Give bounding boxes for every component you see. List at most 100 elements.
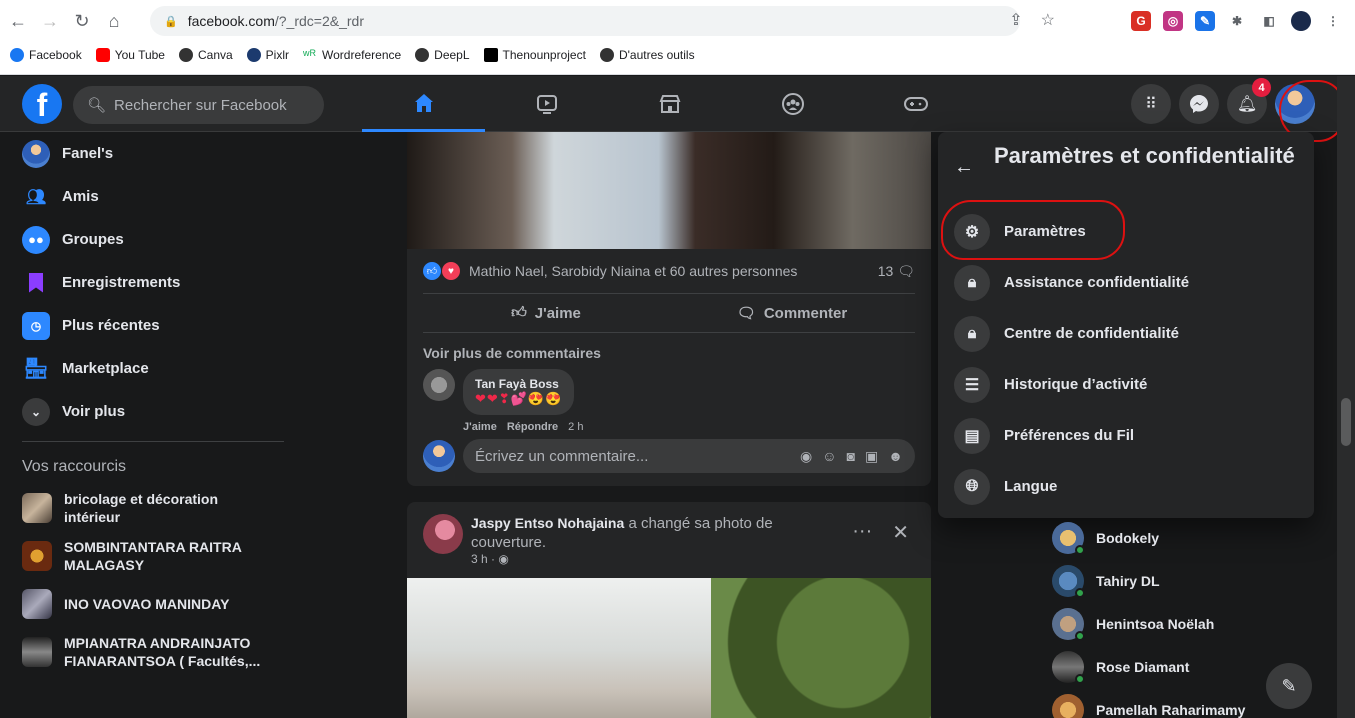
group-thumbnail — [22, 589, 52, 619]
lock-star-icon: 🔒︎ — [954, 264, 990, 301]
thenounproject-icon — [483, 48, 498, 62]
comment-author[interactable]: Tan Fayà Boss — [475, 377, 562, 391]
browser-chrome: ← → ↻ ⌂ 🔒 facebook.com/?_rdc=2&_rdr ⇪ ☆ … — [0, 0, 1355, 75]
menu-item-settings[interactable]: ⚙ Paramètres — [938, 206, 1314, 257]
bookmark-thenounproject[interactable]: Thenounproject — [483, 48, 586, 62]
menu-item-language[interactable]: 🌐︎ Langue — [938, 461, 1314, 512]
tab-home[interactable] — [362, 76, 485, 132]
contact-item[interactable]: Henintsoa Noëlah — [1052, 602, 1312, 645]
contact-item[interactable]: Bodokely — [1052, 516, 1312, 559]
reactions-summary[interactable]: 👍︎ ♥ Mathio Nael, Sarobidy Niaina et 60 a… — [423, 262, 797, 280]
comment-time[interactable]: 2 h — [568, 421, 583, 433]
bookmark-facebook[interactable]: Facebook — [10, 48, 82, 62]
tab-watch[interactable] — [485, 76, 608, 132]
settings-privacy-menu: ← Paramètres et confidentialité ⚙ Paramè… — [938, 132, 1314, 518]
sidebar-item-recent[interactable]: ◷ Plus récentes — [0, 304, 300, 347]
more-options-icon[interactable]: ··· — [852, 520, 872, 545]
star-icon[interactable]: ☆ — [1041, 10, 1055, 30]
shortcut-item[interactable]: MPIANATRA ANDRAINJATO FIANARANTSOA ( Facu… — [0, 628, 300, 676]
gif-icon[interactable]: ▣ — [865, 448, 878, 465]
menu-item-feed-preferences[interactable]: ▤ Préférences du Fil — [938, 410, 1314, 461]
camera-icon[interactable]: ◙ — [847, 448, 855, 465]
feed-post: 👍︎ ♥ Mathio Nael, Sarobidy Niaina et 60 a… — [407, 132, 931, 486]
scroll-thumb[interactable] — [1341, 398, 1351, 446]
share-icon[interactable]: ⇪ — [1009, 10, 1022, 30]
back-icon[interactable]: ← — [4, 7, 32, 35]
post-author[interactable]: Jaspy Entso Nohajaina — [471, 515, 624, 531]
avatar[interactable] — [423, 514, 463, 554]
avatar — [1052, 564, 1085, 598]
groups-icon: ●● — [22, 225, 50, 254]
post-image[interactable] — [407, 578, 931, 718]
compose-icon: ✎ — [1281, 675, 1297, 696]
post-image[interactable] — [407, 132, 931, 249]
sidebar-item-marketplace[interactable]: 🏪︎ Marketplace — [0, 347, 300, 390]
bookmark-pixlr[interactable]: Pixlr — [246, 48, 289, 62]
home-icon[interactable]: ⌂ — [100, 7, 128, 35]
store-icon: 🏪︎ — [23, 358, 49, 380]
menu-item-activity-log[interactable]: ☰ Historique d’activité — [938, 359, 1314, 410]
new-message-button[interactable]: ✎ — [1266, 663, 1312, 709]
account-avatar[interactable] — [1275, 84, 1315, 124]
comment-input[interactable]: Écrivez un commentaire... ◉ ☺ ◙ ▣ ☻ — [463, 439, 915, 473]
forward-icon[interactable]: → — [36, 7, 64, 35]
bookmark-wordreference[interactable]: wR Wordreference — [303, 48, 401, 62]
facebook-logo-icon[interactable]: f — [22, 84, 62, 124]
sidebar-item-friends[interactable]: 👥︎ Amis — [0, 175, 300, 218]
sidebar-item-profile[interactable]: Fanel's — [0, 132, 300, 175]
extension-icon[interactable]: ✎ — [1195, 11, 1215, 31]
avatar — [1052, 650, 1085, 684]
comment: Tan Fayà Boss ❤❤❣💕😍😍 — [407, 367, 931, 417]
puzzle-icon[interactable]: ✱ — [1227, 11, 1247, 31]
menu-item-privacy-center[interactable]: 🔒︎ Centre de confidentialité — [938, 308, 1314, 359]
extension-icon[interactable]: ◎ — [1163, 11, 1183, 31]
sidepanel-icon[interactable]: ◧ — [1259, 11, 1279, 31]
friends-icon: 👥︎ — [25, 188, 47, 206]
store-icon — [659, 95, 680, 113]
shortcut-item[interactable]: bricolage et décoration intérieur — [0, 484, 300, 532]
shortcut-item[interactable]: SOMBINTANTARA RAITRA MALAGASY — [0, 532, 300, 580]
sidebar-item-groups[interactable]: ●● Groupes — [0, 218, 300, 261]
profile-icon[interactable] — [1291, 11, 1311, 31]
extension-icon[interactable]: G — [1131, 11, 1151, 31]
tab-groups[interactable] — [731, 76, 854, 132]
emoji-icon[interactable]: ☺ — [822, 448, 836, 465]
comments-count[interactable]: 13 🗨︎ — [878, 263, 915, 280]
feed-post: Jaspy Entso Nohajaina a changé sa photo … — [407, 502, 931, 718]
notifications-button[interactable]: 🔔︎ 4 — [1227, 78, 1271, 124]
avatar-sticker-icon[interactable]: ◉ — [800, 448, 812, 465]
bookmark-youtube[interactable]: You Tube — [95, 48, 165, 62]
sidebar-item-see-more[interactable]: ⌄ Voir plus — [0, 390, 300, 433]
see-more-comments-link[interactable]: Voir plus de commentaires — [407, 333, 931, 367]
comment-reply-link[interactable]: Répondre — [507, 421, 558, 433]
post-header-text: Jaspy Entso Nohajaina a changé sa photo … — [471, 515, 773, 551]
messenger-icon[interactable] — [1179, 84, 1219, 124]
search-input[interactable]: 🔍︎ Rechercher sur Facebook — [73, 86, 324, 124]
reload-icon[interactable]: ↻ — [68, 7, 96, 35]
tab-marketplace[interactable] — [608, 76, 731, 132]
close-icon[interactable]: ✕ — [892, 520, 909, 545]
tab-gaming[interactable] — [854, 76, 977, 132]
url-host: facebook.com — [187, 13, 275, 29]
bookmark-canva[interactable]: Canva — [178, 48, 233, 62]
search-icon: 🔍︎ — [87, 97, 107, 114]
shortcut-item[interactable]: INO VAOVAO MANINDAY — [0, 580, 300, 628]
bookmark-other[interactable]: D'autres outils — [599, 48, 695, 62]
post-time[interactable]: 3 h · ◉ — [471, 552, 811, 566]
wordreference-icon: wR — [303, 48, 318, 62]
sticker-icon[interactable]: ☻ — [888, 448, 903, 465]
avatar[interactable] — [423, 369, 455, 401]
menu-grid-icon[interactable]: ⠿ — [1131, 84, 1171, 124]
comment-button[interactable]: 🗨︎ Commenter — [669, 294, 915, 332]
sidebar-item-saved[interactable]: Enregistrements — [0, 261, 300, 304]
address-bar[interactable]: 🔒 facebook.com/?_rdc=2&_rdr — [150, 6, 1020, 36]
scrollbar[interactable] — [1337, 76, 1355, 718]
like-button[interactable]: 👍︎ J'aime — [423, 294, 669, 332]
bookmark-deepl[interactable]: DeepL — [415, 48, 470, 62]
back-arrow-icon[interactable]: ← — [954, 156, 974, 179]
kebab-menu-icon[interactable]: ⋮ — [1323, 11, 1343, 31]
avatar — [1052, 607, 1085, 641]
comment-like-link[interactable]: J'aime — [463, 421, 497, 433]
contact-item[interactable]: Tahiry DL — [1052, 559, 1312, 602]
menu-item-privacy-checkup[interactable]: 🔒︎ Assistance confidentialité — [938, 257, 1314, 308]
